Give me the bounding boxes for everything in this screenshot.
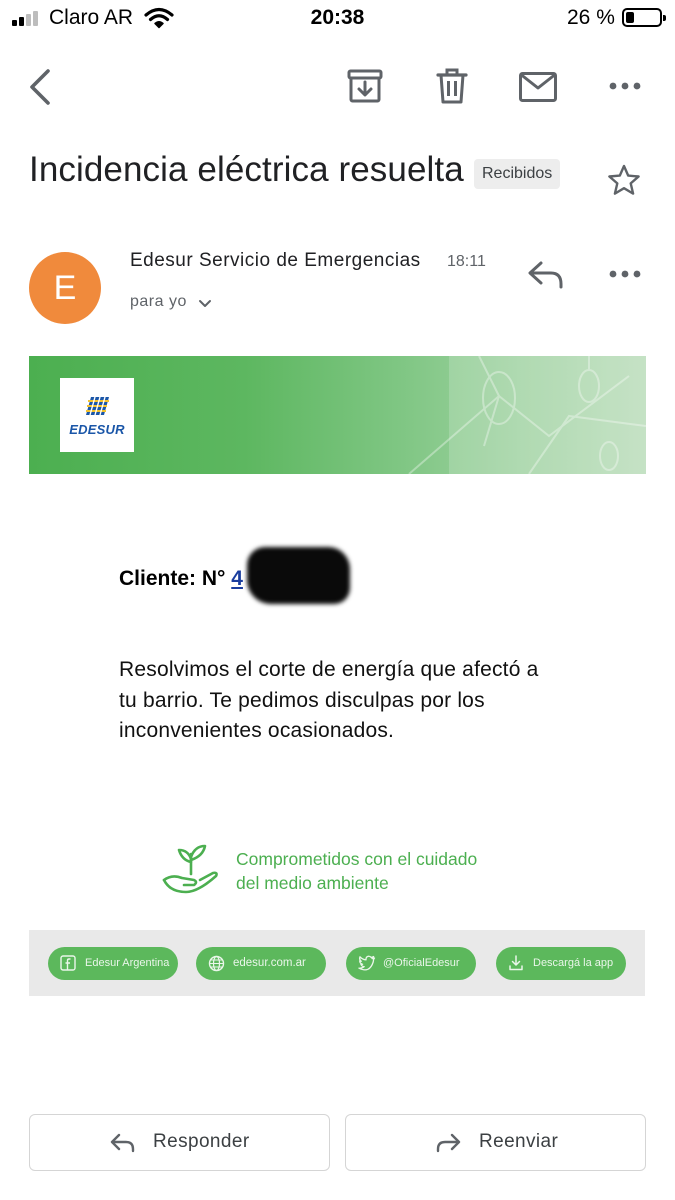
status-bar: Claro AR 20:38 26 % xyxy=(0,0,675,40)
recipient-toggle[interactable]: para yo xyxy=(130,293,212,311)
download-app-label: Descargá la app xyxy=(533,957,614,969)
recipient-label: para yo xyxy=(130,293,187,310)
logo-wordmark: EDESUR xyxy=(69,422,125,437)
eco-slogan-line-2: del medio ambiente xyxy=(236,872,389,893)
redaction-mark xyxy=(247,547,350,604)
reply-arrow-icon xyxy=(110,1133,135,1153)
facebook-icon xyxy=(60,955,76,971)
battery-icon xyxy=(622,8,666,27)
email-subject: Incidencia eléctrica resuelta xyxy=(29,150,464,189)
trash-icon[interactable] xyxy=(436,67,468,105)
edesur-logo-mark xyxy=(86,396,109,416)
plant-in-hand-icon xyxy=(162,844,218,894)
inbox-label-chip[interactable]: Recibidos xyxy=(474,159,561,189)
reply-button[interactable]: Responder xyxy=(29,1114,330,1171)
social-links-bar: Edesur Argentina edesur.com.ar @OficialE… xyxy=(29,930,645,996)
globe-icon xyxy=(208,955,225,972)
facebook-link-label: Edesur Argentina xyxy=(85,957,170,969)
reply-icon[interactable] xyxy=(527,260,565,290)
twitter-link-label: @OficialEdesur xyxy=(383,957,460,969)
client-label: Cliente: N° xyxy=(119,567,226,590)
more-icon[interactable] xyxy=(609,80,641,92)
archive-icon[interactable] xyxy=(346,68,384,104)
chevron-down-icon xyxy=(198,300,211,307)
battery-percentage: 26 % xyxy=(567,6,615,29)
forward-button-label: Reenviar xyxy=(479,1131,559,1152)
download-app-link[interactable]: Descargá la app xyxy=(496,947,626,980)
twitter-icon xyxy=(358,955,376,971)
star-icon[interactable] xyxy=(606,163,642,197)
download-icon xyxy=(509,955,523,971)
sender-name[interactable]: Edesur Servicio de Emergencias xyxy=(130,250,421,272)
client-number-link[interactable]: 4 xyxy=(231,567,243,590)
mark-unread-icon[interactable] xyxy=(518,71,558,103)
message-body: Resolvimos el corte de energía que afect… xyxy=(119,658,539,742)
email-header-banner: EDESUR xyxy=(29,356,646,474)
received-time: 18:11 xyxy=(447,253,486,270)
twitter-link[interactable]: @OficialEdesur xyxy=(346,947,476,980)
eco-slogan-line-1: Comprometidos con el cuidado xyxy=(236,849,478,869)
client-number-line: Cliente: N° 4 xyxy=(119,567,243,591)
back-arrow-icon[interactable] xyxy=(26,68,54,106)
facebook-link[interactable]: Edesur Argentina xyxy=(48,947,178,980)
edesur-logo: EDESUR xyxy=(60,378,134,452)
reply-button-label: Responder xyxy=(153,1131,250,1152)
forward-arrow-icon xyxy=(436,1133,461,1153)
sender-avatar[interactable]: E xyxy=(29,252,101,324)
website-link-label: edesur.com.ar xyxy=(233,957,306,969)
forward-button[interactable]: Reenviar xyxy=(345,1114,646,1171)
eco-slogan: Comprometidos con el cuidado del medio a… xyxy=(236,848,477,895)
website-link[interactable]: edesur.com.ar xyxy=(196,947,326,980)
message-more-icon[interactable] xyxy=(609,268,641,280)
